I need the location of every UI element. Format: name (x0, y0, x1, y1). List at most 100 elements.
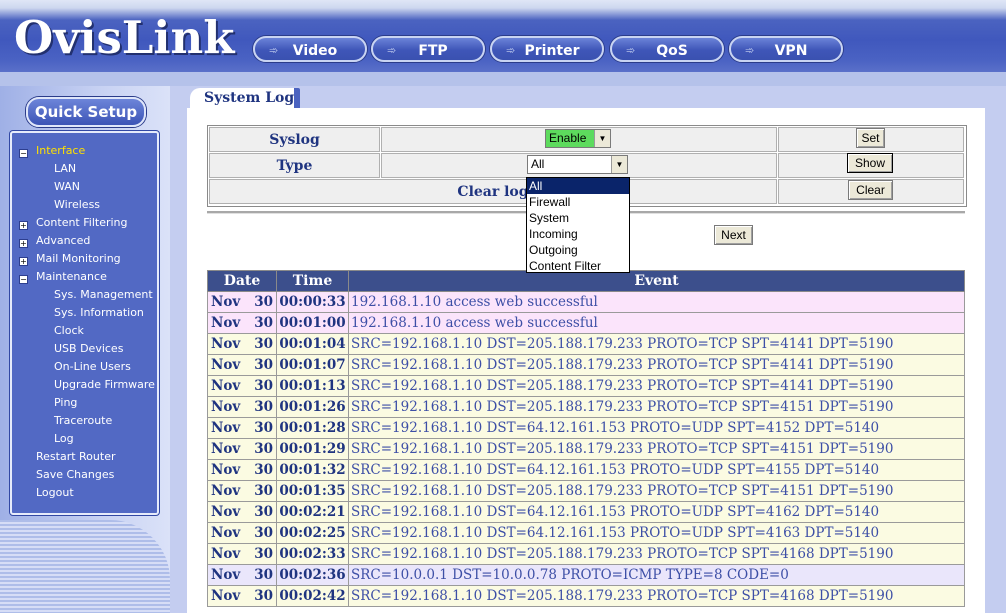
log-time-cell: 00:02:36 (276, 564, 349, 586)
log-row: Nov 30 00:01:35 SRC=192.168.1.10 DST=205.18… (207, 480, 965, 502)
log-month: Nov (211, 567, 241, 583)
log-month: Nov (211, 441, 241, 457)
log-time-cell: 00:01:13 (276, 375, 349, 397)
menu-item-log[interactable]: Log (54, 432, 74, 445)
expand-icon[interactable]: + (19, 239, 28, 248)
menu-item-online-users[interactable]: On-Line Users (54, 360, 131, 373)
log-date-cell: Nov 30 (207, 312, 277, 334)
log-event-cell: SRC=10.0.0.1 DST=10.0.0.78 PROTO=ICMP TY… (348, 564, 965, 586)
quick-setup-button[interactable]: Quick Setup (26, 97, 146, 127)
type-option-content-filter[interactable]: Content Filter (527, 258, 629, 274)
clear-button[interactable]: Clear (848, 180, 893, 200)
log-row: Nov 30 00:02:33 SRC=192.168.1.10 DST=205.18… (207, 543, 965, 565)
syslog-select[interactable]: Enable ▼ (545, 129, 611, 148)
log-day: 30 (254, 294, 273, 310)
log-month: Nov (211, 294, 241, 310)
sidebar-decoration (0, 520, 170, 613)
nav-qos-button[interactable]: ➾ QoS (610, 36, 724, 62)
chevron-down-icon: ▼ (594, 130, 610, 147)
log-month: Nov (211, 504, 241, 520)
log-day: 30 (254, 315, 273, 331)
menu-item-clock[interactable]: Clock (54, 324, 84, 337)
type-option-all[interactable]: All (527, 178, 629, 194)
header-bar: OvisLink ➾ Video ➾ FTP ➾ Printer ➾ QoS ➾… (0, 0, 1006, 72)
nav-label: FTP (418, 43, 448, 59)
syslog-label: Syslog (209, 127, 380, 152)
set-button[interactable]: Set (856, 128, 885, 148)
log-time-cell: 00:02:33 (276, 543, 349, 565)
log-row: Nov 30 00:01:07 SRC=192.168.1.10 DST=205.18… (207, 354, 965, 376)
show-button[interactable]: Show (847, 153, 893, 173)
log-row: Nov 30 00:02:36 SRC=10.0.0.1 DST=10.0.0.78 … (207, 564, 965, 586)
menu-item-upgrade-firmware[interactable]: Upgrade Firmware (54, 378, 155, 391)
menu-item-logout[interactable]: Logout (36, 486, 74, 499)
log-day: 30 (254, 462, 273, 478)
log-event-cell: SRC=192.168.1.10 DST=205.188.179.233 PRO… (348, 333, 965, 355)
log-month: Nov (211, 462, 241, 478)
log-event-cell: 192.168.1.10 access web successful (348, 291, 965, 313)
menu-item-sys-information[interactable]: Sys. Information (54, 306, 144, 319)
log-event-cell: SRC=192.168.1.10 DST=64.12.161.153 PROTO… (348, 501, 965, 523)
next-button[interactable]: Next (714, 225, 753, 245)
log-time-cell: 00:02:21 (276, 501, 349, 523)
log-row: Nov 30 00:01:13 SRC=192.168.1.10 DST=205.18… (207, 375, 965, 397)
menu-item-wireless[interactable]: Wireless (54, 198, 100, 211)
nav-printer-button[interactable]: ➾ Printer (490, 36, 604, 62)
menu-item-save-changes[interactable]: Save Changes (36, 468, 114, 481)
type-option-system[interactable]: System (527, 210, 629, 226)
log-date-cell: Nov 30 (207, 585, 277, 607)
log-time-cell: 00:01:29 (276, 438, 349, 460)
type-option-incoming[interactable]: Incoming (527, 226, 629, 242)
type-selected-value: All (531, 157, 545, 171)
collapse-icon[interactable]: − (19, 275, 28, 284)
nav-ftp-button[interactable]: ➾ FTP (371, 36, 485, 62)
menu-item-maintenance[interactable]: Maintenance (36, 270, 107, 283)
menu-item-ping[interactable]: Ping (54, 396, 77, 409)
ovislink-logo: OvisLink (14, 11, 235, 64)
menu-item-usb-devices[interactable]: USB Devices (54, 342, 123, 355)
type-select[interactable]: All ▼ (527, 155, 628, 174)
log-table: Date Time Event Nov 30 00:00:33 192.168.1.1… (207, 270, 965, 607)
log-date-cell: Nov 30 (207, 459, 277, 481)
log-row: Nov 30 00:01:32 SRC=192.168.1.10 DST=64.12.… (207, 459, 965, 481)
log-time-cell: 00:02:42 (276, 585, 349, 607)
nav-vpn-button[interactable]: ➾ VPN (729, 36, 843, 62)
expand-icon[interactable]: + (19, 257, 28, 266)
type-dropdown-list[interactable]: All Firewall System Incoming Outgoing Co… (526, 177, 630, 273)
log-time-cell: 00:01:00 (276, 312, 349, 334)
log-row: Nov 30 00:01:26 SRC=192.168.1.10 DST=205.18… (207, 396, 965, 418)
menu-item-advanced[interactable]: Advanced (36, 234, 90, 247)
header-divider (0, 72, 1006, 86)
log-day: 30 (254, 378, 273, 394)
column-header-date: Date (207, 270, 277, 292)
log-date-cell: Nov 30 (207, 438, 277, 460)
log-day: 30 (254, 525, 273, 541)
log-time-cell: 00:01:04 (276, 333, 349, 355)
log-date-cell: Nov 30 (207, 417, 277, 439)
type-option-outgoing[interactable]: Outgoing (527, 242, 629, 258)
log-time-cell: 00:01:26 (276, 396, 349, 418)
log-day: 30 (254, 357, 273, 373)
expand-icon[interactable]: + (19, 221, 28, 230)
nav-label: Printer (524, 43, 580, 59)
nav-label: QoS (656, 43, 688, 59)
menu-item-wan[interactable]: WAN (54, 180, 80, 193)
log-day: 30 (254, 336, 273, 352)
menu-item-lan[interactable]: LAN (54, 162, 76, 175)
log-row: Nov 30 00:02:42 SRC=192.168.1.10 DST=205.18… (207, 585, 965, 607)
menu-item-interface[interactable]: Interface (36, 144, 85, 157)
log-row: Nov 30 00:02:21 SRC=192.168.1.10 DST=64.12.… (207, 501, 965, 523)
log-date-cell: Nov 30 (207, 564, 277, 586)
type-option-firewall[interactable]: Firewall (527, 194, 629, 210)
collapse-icon[interactable]: − (19, 149, 28, 158)
nav-video-button[interactable]: ➾ Video (253, 36, 367, 62)
log-date-cell: Nov 30 (207, 291, 277, 313)
menu-item-restart-router[interactable]: Restart Router (36, 450, 116, 463)
menu-item-traceroute[interactable]: Traceroute (54, 414, 112, 427)
log-month: Nov (211, 378, 241, 394)
menu-item-content-filtering[interactable]: Content Filtering (36, 216, 128, 229)
menu-item-sys-management[interactable]: Sys. Management (54, 288, 153, 301)
log-row: Nov 30 00:00:33 192.168.1.10 access web suc… (207, 291, 965, 313)
log-event-cell: SRC=192.168.1.10 DST=205.188.179.233 PRO… (348, 438, 965, 460)
menu-item-mail-monitoring[interactable]: Mail Monitoring (36, 252, 121, 265)
